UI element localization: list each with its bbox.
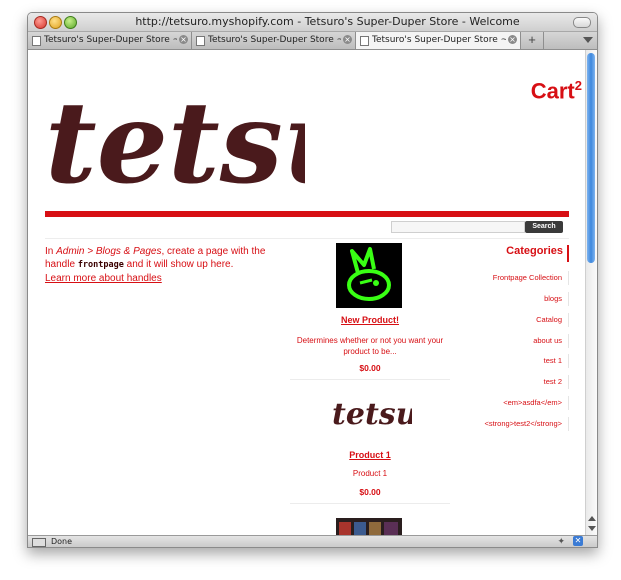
close-tab-icon[interactable]: × [508,35,517,44]
product-description: Determines whether or not you want your … [296,336,444,356]
category-link[interactable]: blogs [449,292,569,306]
product-logo-text: tetsu [332,397,412,432]
category-link[interactable]: <strong>test2</strong> [449,417,569,431]
search-button[interactable]: Search [525,221,563,233]
tab-2[interactable]: Tetsuro's Super-Duper Store ~ × [192,32,356,49]
product-title-link[interactable]: Product 1 [290,450,450,460]
scroll-down-icon[interactable] [588,526,596,531]
category-link[interactable]: test 1 [449,354,569,368]
tab-1[interactable]: Tetsuro's Super-Duper Store ~ × [28,32,192,49]
status-page-icon [32,538,46,547]
scroll-up-icon[interactable] [588,516,596,521]
minimize-window-button[interactable] [49,16,62,29]
green-bunny-icon[interactable] [336,243,402,308]
categories-title: Categories [464,245,569,262]
tab-label: Tetsuro's Super-Duper Store ~ [372,35,506,45]
page-icon [360,36,369,46]
close-tab-icon[interactable]: × [343,35,352,44]
zoom-window-button[interactable] [64,16,77,29]
header-divider [45,211,569,217]
page-icon [32,36,41,46]
addon-icon[interactable]: ✦ [557,537,565,547]
page-icon [196,36,205,46]
learn-more-link[interactable]: Learn more about handles [45,273,162,284]
search-input[interactable] [391,221,525,233]
status-bar: Done ✦ ✕ [28,535,597,547]
logo-text: tetsu [45,80,305,208]
product-separator [290,503,450,504]
shirts-photo[interactable] [336,518,402,535]
cart-link[interactable]: Cart2 [531,78,582,104]
close-tab-icon[interactable]: × [179,35,188,44]
toolbar-toggle-button[interactable] [573,17,591,28]
cart-count: 2 [574,78,582,93]
admin-path: Admin > Blogs & Pages [56,246,162,257]
extension-icon[interactable]: ✕ [573,536,583,546]
product-description: Product 1 [352,469,388,478]
store-logo[interactable]: tetsu [45,80,305,208]
category-link[interactable]: <em>asdfa</em> [449,396,569,410]
window-title: http://tetsuro.myshopify.com - Tetsuro's… [135,15,520,28]
tab-bar: Tetsuro's Super-Duper Store ~ × Tetsuro'… [28,32,597,50]
content-divider [45,238,569,239]
category-link[interactable]: test 2 [449,375,569,389]
vertical-scrollbar[interactable] [585,50,597,535]
handle-code: frontpage [77,260,124,270]
scrollbar-thumb[interactable] [587,53,595,263]
intro-text: In [45,246,57,257]
close-window-button[interactable] [34,16,47,29]
intro-text: and it will show up here. [123,259,234,270]
title-bar: http://tetsuro.myshopify.com - Tetsuro's… [28,13,597,32]
product-title-link[interactable]: New Product! [290,315,450,325]
category-link[interactable]: Catalog [449,313,569,327]
product-price: $0.00 [359,363,381,373]
browser-window: http://tetsuro.myshopify.com - Tetsuro's… [27,12,598,548]
tab-label: Tetsuro's Super-Duper Store ~ [208,35,341,45]
tab-label: Tetsuro's Super-Duper Store ~ [44,35,177,45]
frontpage-instructions: In Admin > Blogs & Pages, create a page … [45,245,290,285]
category-link[interactable]: about us [449,334,569,348]
category-link[interactable]: Frontpage Collection [449,271,569,285]
product-separator [290,379,450,380]
page-content: tetsu Cart2 Search In Admin > Blogs & Pa… [28,50,586,535]
product-price: $0.00 [359,487,381,497]
new-tab-button[interactable]: + [521,32,544,49]
tab-3[interactable]: Tetsuro's Super-Duper Store ~ × [356,32,521,49]
tetsu-logo-small[interactable]: tetsu [328,388,412,438]
cart-label: Cart [530,78,575,104]
tab-list-icon[interactable] [583,37,593,43]
status-text: Done [51,537,73,546]
